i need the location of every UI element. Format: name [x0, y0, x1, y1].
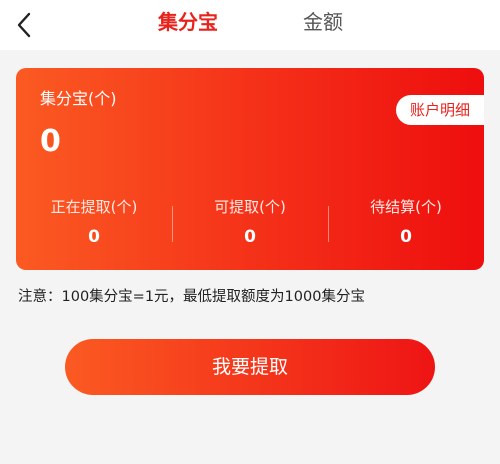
chevron-left-icon: [17, 12, 31, 38]
stat-pending: 待结算(个) 0: [328, 196, 484, 248]
account-details-button[interactable]: 账户明细: [396, 95, 484, 125]
stat-label: 正在提取(个): [50, 198, 138, 216]
stats-row: 正在提取(个) 0 可提取(个) 0 待结算(个) 0: [16, 196, 484, 256]
exchange-notice: 注意：100集分宝=1元，最低提取额度为1000集分宝: [18, 289, 365, 305]
stat-extracting: 正在提取(个) 0: [16, 196, 172, 248]
withdraw-button[interactable]: 我要提取: [65, 339, 435, 395]
back-button[interactable]: [14, 11, 34, 39]
stat-label: 可提取(个): [214, 198, 286, 216]
stat-value: 0: [400, 227, 412, 247]
stat-value: 0: [244, 227, 256, 247]
stat-extractable: 可提取(个) 0: [172, 196, 328, 248]
total-balance: 0: [40, 124, 61, 159]
top-bar: 集分宝 金额: [0, 0, 500, 50]
stat-value: 0: [88, 227, 100, 247]
tab-jifenbao[interactable]: 集分宝: [158, 8, 218, 36]
stat-label: 待结算(个): [370, 198, 442, 216]
tab-amount[interactable]: 金额: [303, 8, 343, 36]
balance-card: 集分宝(个) 0 账户明细 正在提取(个) 0 可提取(个) 0 待结算(个) …: [16, 68, 484, 270]
card-title: 集分宝(个): [40, 89, 117, 108]
